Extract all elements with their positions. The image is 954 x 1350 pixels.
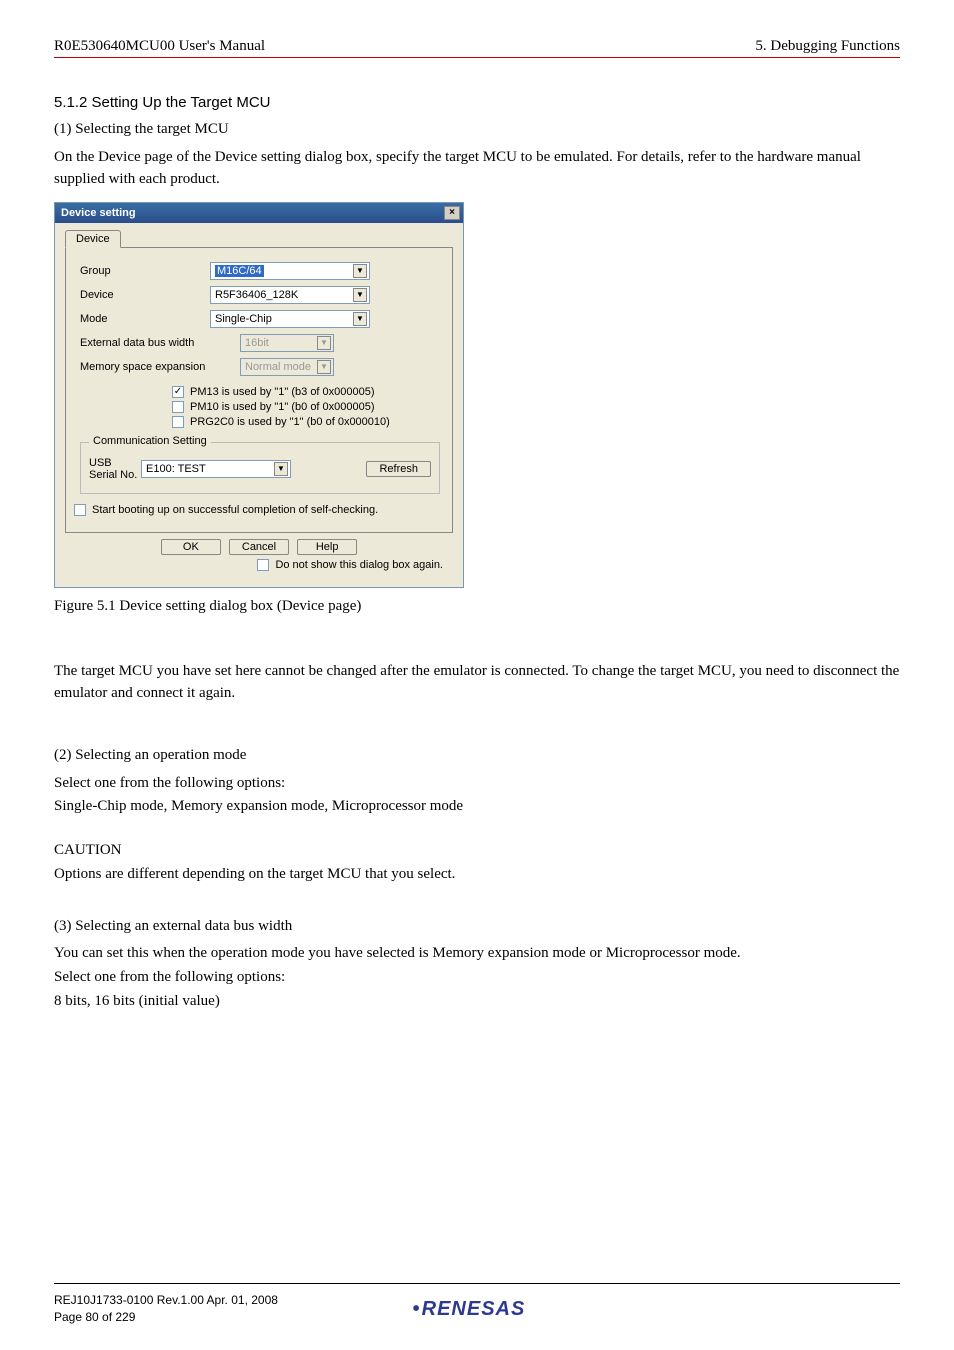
label-ext-bus: External data bus width xyxy=(80,337,240,349)
chevron-down-icon[interactable]: ▼ xyxy=(353,288,367,302)
combo-usb-serial[interactable]: E100: TEST ▼ xyxy=(141,460,291,478)
group-legend: Communication Setting xyxy=(89,435,211,447)
renesas-logo: •RENESAS xyxy=(413,1298,526,1321)
header-right: 5. Debugging Functions xyxy=(755,38,900,55)
paragraph-target-mcu-note: The target MCU you have set here cannot … xyxy=(54,661,900,705)
caution-text: Options are different depending on the t… xyxy=(54,864,900,886)
subsection-3-text1: You can set this when the operation mode… xyxy=(54,943,900,965)
combo-device[interactable]: R5F36406_128K ▼ xyxy=(210,286,370,304)
check-noshow-label: Do not show this dialog box again. xyxy=(275,559,443,571)
chevron-down-icon: ▼ xyxy=(317,336,331,350)
combo-group[interactable]: M16C/64 ▼ xyxy=(210,262,370,280)
subsection-3-label: (3) Selecting an external data bus width xyxy=(54,916,900,938)
noshow-row: Do not show this dialog box again. xyxy=(65,559,453,579)
chevron-down-icon[interactable]: ▼ xyxy=(353,264,367,278)
subsection-3-text3: 8 bits, 16 bits (initial value) xyxy=(54,991,900,1013)
combo-mode-value: Single-Chip xyxy=(215,313,272,325)
chevron-down-icon[interactable]: ▼ xyxy=(353,312,367,326)
device-panel: Group M16C/64 ▼ Device R5F36406_128K ▼ M… xyxy=(65,248,453,533)
combo-group-value: M16C/64 xyxy=(215,265,264,277)
combo-mem-exp: Normal mode ▼ xyxy=(240,358,334,376)
combo-mem-exp-value: Normal mode xyxy=(245,361,311,373)
page-footer: REJ10J1733-0100 Rev.1.00 Apr. 01, 2008 P… xyxy=(54,1283,900,1326)
caution-label: CAUTION xyxy=(54,840,900,862)
subsection-1-text: On the Device page of the Device setting… xyxy=(54,147,900,191)
device-setting-dialog: Device setting × Device Group M16C/64 ▼ … xyxy=(54,202,464,588)
chevron-down-icon[interactable]: ▼ xyxy=(274,462,288,476)
combo-usb-serial-value: E100: TEST xyxy=(146,463,206,475)
tab-strip: Device xyxy=(65,229,453,248)
ok-button[interactable]: OK xyxy=(161,539,221,555)
combo-mode[interactable]: Single-Chip ▼ xyxy=(210,310,370,328)
checkbox-noshow[interactable] xyxy=(257,559,269,571)
dialog-title: Device setting xyxy=(61,207,136,219)
label-usb-serial: USB Serial No. xyxy=(89,457,141,481)
footer-line2: Page 80 of 229 xyxy=(54,1309,278,1326)
subsection-3-text2: Select one from the following options: xyxy=(54,967,900,989)
figure-caption: Figure 5.1 Device setting dialog box (De… xyxy=(54,598,900,615)
dialog-titlebar: Device setting × xyxy=(55,203,463,223)
communication-setting-group: Communication Setting USB Serial No. E10… xyxy=(80,442,440,494)
label-mode: Mode xyxy=(80,313,210,325)
close-icon[interactable]: × xyxy=(444,206,460,220)
header-left: R0E530640MCU00 User's Manual xyxy=(54,38,265,55)
checkbox-pm13[interactable]: ✓ xyxy=(172,386,184,398)
checkbox-start-boot[interactable] xyxy=(74,504,86,516)
check-prg2c0-label: PRG2C0 is used by "1" (b0 of 0x000010) xyxy=(190,416,390,428)
check-pm10-label: PM10 is used by "1" (b0 of 0x000005) xyxy=(190,401,375,413)
combo-ext-bus: 16bit ▼ xyxy=(240,334,334,352)
check-pm10-row: PM10 is used by "1" (b0 of 0x000005) xyxy=(172,401,440,413)
subsection-2-text1: Select one from the following options: xyxy=(54,773,900,795)
section-title: 5.1.2 Setting Up the Target MCU xyxy=(54,94,900,111)
check-pm13-label: PM13 is used by "1" (b3 of 0x000005) xyxy=(190,386,375,398)
label-mem-exp: Memory space expansion xyxy=(80,361,240,373)
label-device: Device xyxy=(80,289,210,301)
checkbox-pm10[interactable] xyxy=(172,401,184,413)
combo-ext-bus-value: 16bit xyxy=(245,337,269,349)
subsection-2-text2: Single-Chip mode, Memory expansion mode,… xyxy=(54,796,900,818)
help-button[interactable]: Help xyxy=(297,539,357,555)
chevron-down-icon: ▼ xyxy=(317,360,331,374)
subsection-2-label: (2) Selecting an operation mode xyxy=(54,745,900,767)
cancel-button[interactable]: Cancel xyxy=(229,539,289,555)
label-group: Group xyxy=(80,265,210,277)
check-start-boot-label: Start booting up on successful completio… xyxy=(92,504,378,516)
footer-line1: REJ10J1733-0100 Rev.1.00 Apr. 01, 2008 xyxy=(54,1292,278,1309)
subsection-1-label: (1) Selecting the target MCU xyxy=(54,119,900,141)
check-pm13-row: ✓ PM13 is used by "1" (b3 of 0x000005) xyxy=(172,386,440,398)
check-prg2c0-row: PRG2C0 is used by "1" (b0 of 0x000010) xyxy=(172,416,440,428)
page-header: R0E530640MCU00 User's Manual 5. Debuggin… xyxy=(54,38,900,58)
tab-device[interactable]: Device xyxy=(65,230,121,248)
refresh-button[interactable]: Refresh xyxy=(366,461,431,477)
checkbox-prg2c0[interactable] xyxy=(172,416,184,428)
combo-device-value: R5F36406_128K xyxy=(215,289,298,301)
dialog-buttons: OK Cancel Help xyxy=(65,533,453,559)
